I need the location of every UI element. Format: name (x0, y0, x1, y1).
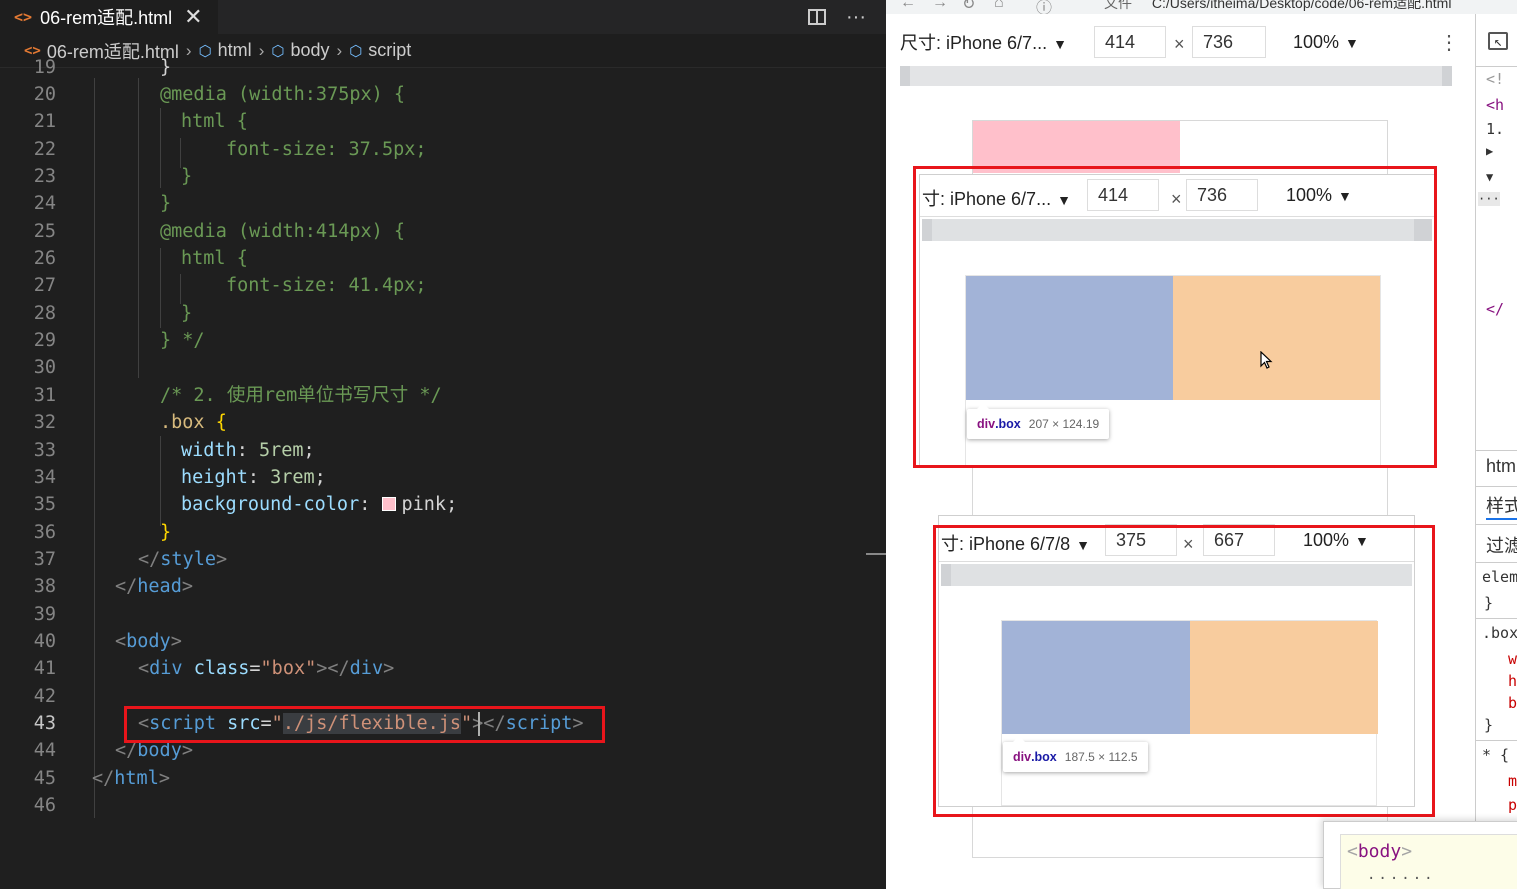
code-line: 24} (33, 193, 172, 214)
text-cursor (478, 712, 480, 736)
code-line: 20 @media (width:375px) { (33, 84, 406, 105)
code-editor: <> 06-rem适配.html ✕ ··· <> 06-rem适配.html … (0, 0, 886, 889)
divider (1476, 562, 1517, 563)
width-input[interactable]: 414 (1094, 26, 1166, 58)
code-line: 34 height: 3rem; (33, 467, 326, 488)
more-actions-icon[interactable]: ··· (846, 6, 866, 29)
highlight-frame-414 (913, 166, 1437, 468)
style-prop: m (1508, 772, 1517, 790)
address-bar[interactable]: ← → ↻ ⌂ ⓘ 文件 C:/Users/itheima/Desktop/co… (886, 0, 1517, 14)
url-text[interactable]: C:/Users/itheima/Desktop/code/06-rem适配.h… (1152, 0, 1452, 11)
code-line: 32 .box { (33, 412, 227, 433)
expand-arrow-icon[interactable]: ▶ (1486, 144, 1493, 158)
code-area[interactable]: 19} 20 @media (width:375px) { 21 html { 22… (0, 57, 886, 889)
dropdown-caret-icon: ▼ (1053, 36, 1067, 52)
divider (1476, 66, 1517, 67)
code-line: 21 html { (33, 111, 248, 132)
forward-icon[interactable]: → (932, 0, 948, 12)
height-input[interactable]: 736 (1192, 26, 1266, 58)
dropdown-caret-icon: ▼ (1345, 34, 1359, 51)
home-icon[interactable]: ⌂ (994, 0, 1004, 12)
code-line: 22 font-size: 37.5px; (33, 139, 427, 160)
media-query-bar[interactable] (900, 66, 1452, 86)
editor-tab[interactable]: <> 06-rem适配.html ✕ (0, 0, 218, 34)
breadcrumb-html[interactable]: htm (1486, 456, 1516, 477)
back-icon[interactable]: ← (900, 0, 916, 12)
reload-icon[interactable]: ↻ (962, 0, 975, 14)
code-line: 36} (33, 522, 172, 543)
style-rule: .box (1482, 624, 1517, 642)
element-picker-icon[interactable] (1488, 32, 1508, 50)
code-line: 45 </html> (33, 768, 170, 789)
code-line: 40 <body> (33, 631, 182, 652)
code-line: 31/* 2. 使用rem单位书写尺寸 */ (33, 385, 442, 406)
browser-window: ← → ↻ ⌂ ⓘ 文件 C:/Users/itheima/Desktop/co… (886, 0, 1517, 889)
divider (1476, 486, 1517, 487)
code-line: 27 font-size: 41.4px; (33, 275, 427, 296)
style-prop: p (1508, 796, 1517, 814)
times-sign: × (1174, 34, 1185, 54)
style-prop: b (1508, 694, 1517, 712)
code-line: 25 @media (width:414px) { (33, 221, 406, 242)
divider (1476, 740, 1517, 741)
close-icon[interactable]: ✕ (184, 4, 202, 30)
scrollbar-marker[interactable] (866, 553, 886, 555)
style-rule: } (1484, 594, 1494, 612)
tag-name: body (1357, 841, 1402, 862)
code-line: 37 </style> (33, 549, 228, 570)
ellipsis-icon: ...... (1367, 867, 1436, 883)
devtools-panel: <! <h 1. ▶ ▼ ··· </ htm 样式 过滤 elem } .bo… (1475, 14, 1517, 889)
code-line: 33 width: 5rem; (33, 440, 315, 461)
filter-input[interactable]: 过滤 (1486, 532, 1517, 558)
code-line: 28} (33, 303, 193, 324)
split-editor-icon[interactable] (808, 9, 827, 25)
script-highlight-frame (124, 706, 605, 743)
zoom-select[interactable]: 100% ▼ (1293, 32, 1359, 53)
divider (1476, 524, 1517, 525)
code-line: 41 <div class="box"></div> (33, 658, 395, 679)
style-rule: * { (1482, 746, 1510, 764)
dom-node[interactable]: 1. (1486, 120, 1504, 138)
dom-node[interactable]: <h (1486, 96, 1504, 114)
file-label: 文件 (1104, 0, 1132, 11)
style-rule: elem (1482, 568, 1517, 586)
more-options-icon[interactable]: ⋮ (1439, 30, 1459, 55)
code-line: 46 (33, 795, 56, 816)
code-line: 38 </head> (33, 576, 193, 597)
tab-filename: 06-rem适配.html (40, 8, 173, 28)
color-swatch[interactable] (381, 497, 396, 511)
code-line: 35 background-color: pink; (33, 494, 458, 515)
code-line: 30 (33, 357, 56, 378)
ellipsis-icon[interactable]: ··· (1478, 192, 1500, 206)
device-toolbar: 尺寸: iPhone 6/7... ▼ 414 × 736 100% ▼ ⋮ (886, 22, 1461, 62)
divider (1476, 450, 1517, 451)
style-rule: } (1484, 716, 1494, 734)
code-line: 19} (33, 57, 172, 78)
tab-styles[interactable]: 样式 (1486, 492, 1517, 520)
code-line: 39 (33, 604, 56, 625)
code-line: 26 html { (33, 248, 248, 269)
device-select[interactable]: 尺寸: iPhone 6/7... ▼ (900, 29, 1067, 55)
highlight-frame-375 (933, 525, 1435, 817)
dom-node[interactable]: </ (1486, 300, 1504, 318)
divider (1476, 618, 1517, 619)
collapse-arrow-icon[interactable]: ▼ (1486, 170, 1493, 184)
dom-node[interactable]: <! (1486, 70, 1504, 88)
body-node-popup: <body> ...... (1323, 821, 1517, 889)
style-prop: h (1508, 672, 1517, 690)
editor-tab-bar: <> 06-rem适配.html ✕ ··· (0, 0, 886, 34)
html-file-icon: <> (14, 8, 33, 26)
style-prop: w (1508, 650, 1517, 668)
code-line: 29} */ (33, 330, 205, 351)
code-line: 23} (33, 166, 193, 187)
info-icon: ⓘ (1036, 0, 1053, 14)
